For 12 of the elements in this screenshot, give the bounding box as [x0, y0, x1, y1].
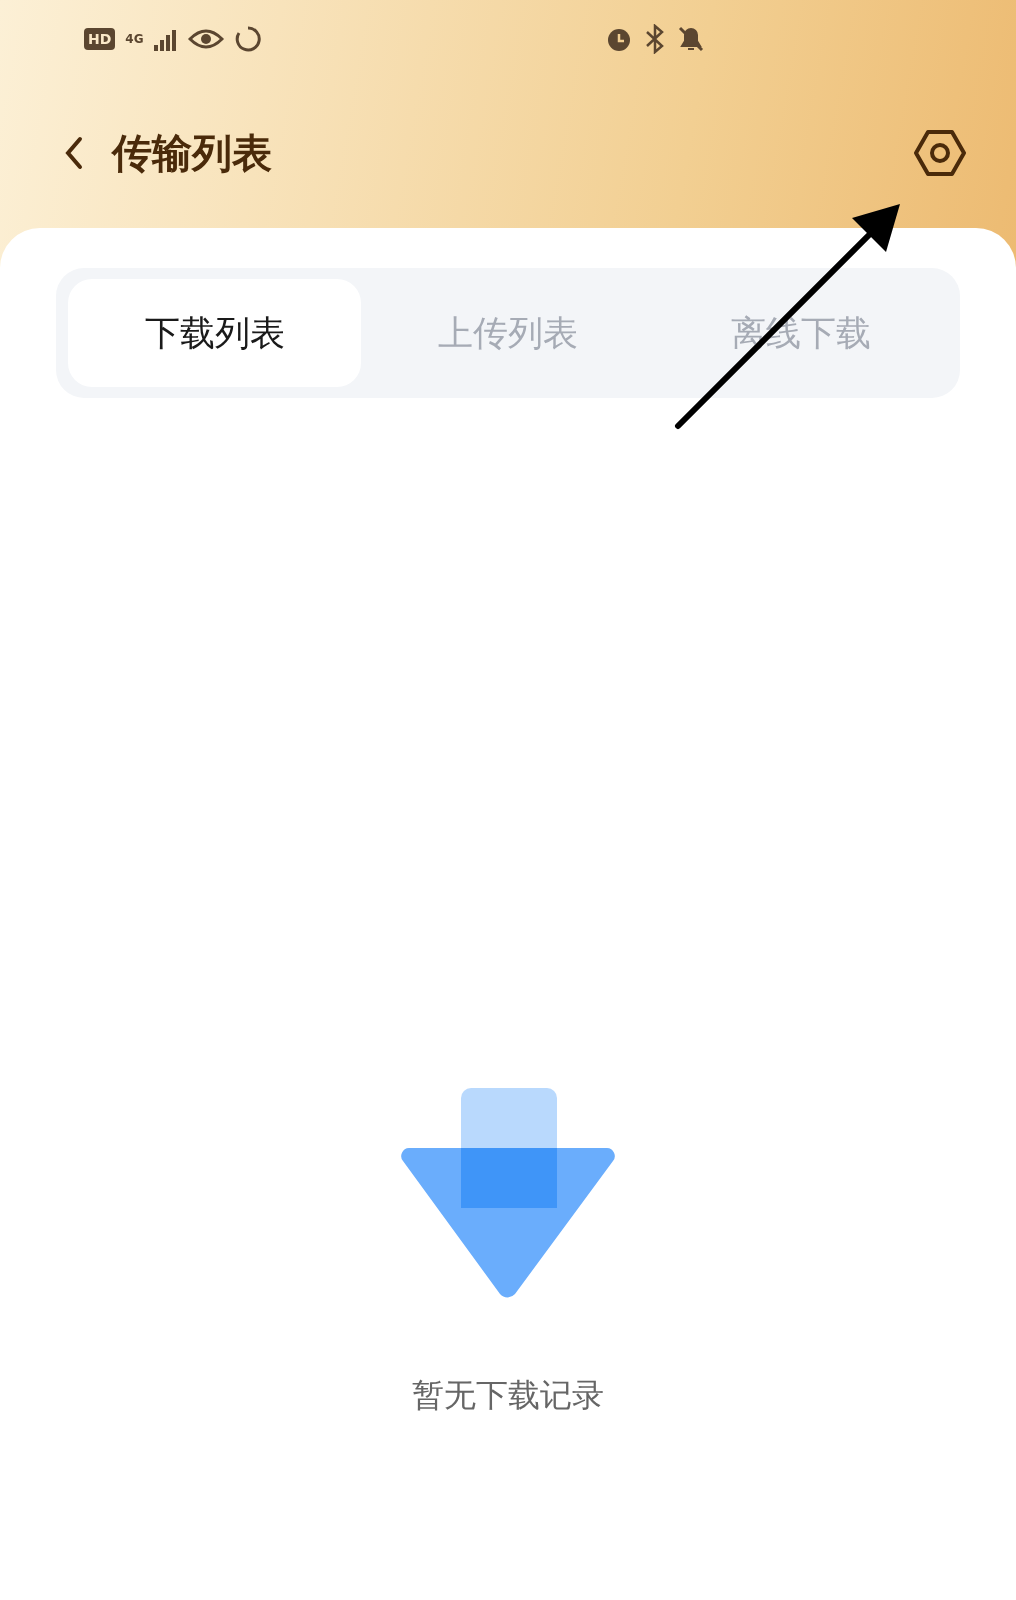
signal-icon — [153, 27, 178, 51]
loading-icon — [233, 25, 262, 53]
page-title: 传输列表 — [112, 128, 273, 178]
empty-message: 暂无下载记录 — [412, 1375, 604, 1416]
tab[interactable]: 上传列表 — [361, 279, 655, 387]
tab[interactable]: 下载列表 — [68, 279, 362, 387]
bluetooth-icon — [644, 24, 666, 54]
hd-badge: HD — [84, 28, 116, 50]
network-type: 4G — [125, 32, 144, 46]
eye-icon — [187, 27, 224, 51]
settings-button[interactable] — [914, 129, 966, 177]
bell-off-icon — [676, 24, 706, 54]
